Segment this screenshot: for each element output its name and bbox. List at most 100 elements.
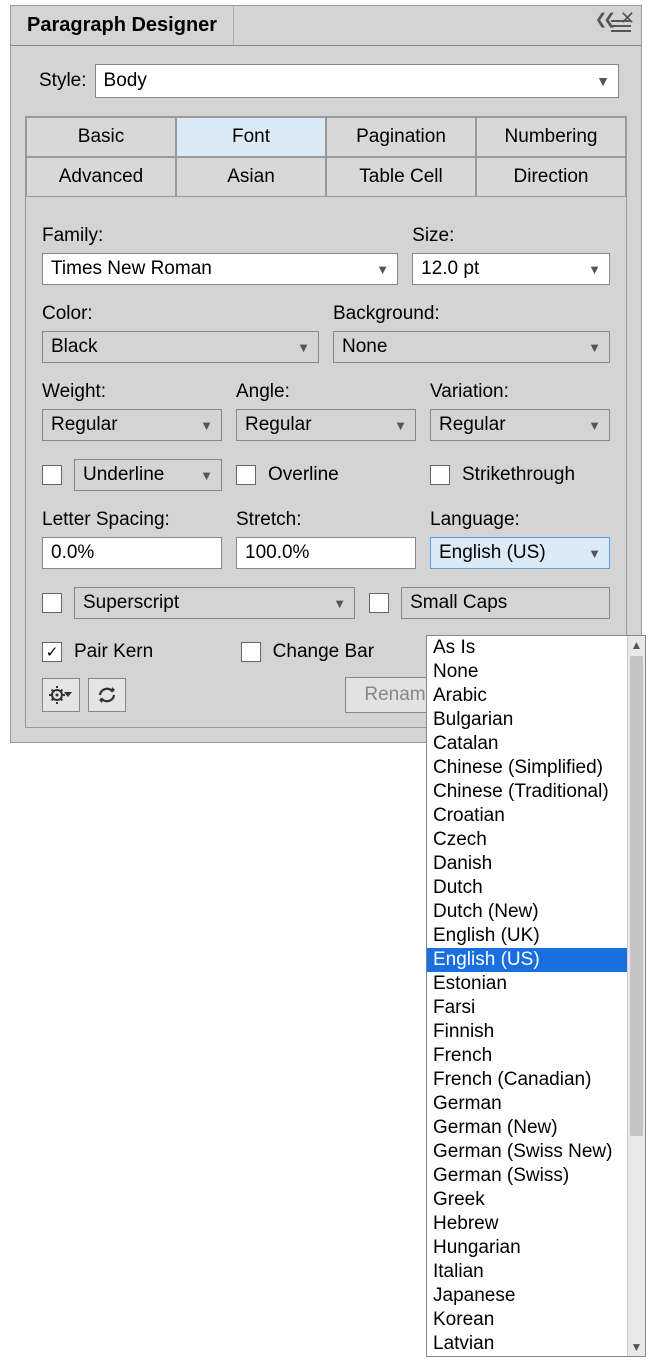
- background-label: Background:: [333, 303, 610, 325]
- family-label: Family:: [42, 225, 398, 247]
- language-option[interactable]: Hungarian: [427, 1236, 645, 1260]
- language-option[interactable]: French: [427, 1044, 645, 1068]
- angle-value: Regular: [245, 414, 312, 436]
- color-value: Black: [51, 336, 97, 358]
- tab-tablecell[interactable]: Table Cell: [326, 157, 476, 197]
- smallcaps-checkbox[interactable]: [369, 593, 389, 613]
- language-option[interactable]: Greek: [427, 1188, 645, 1212]
- language-dropdown-list[interactable]: ▲ ▼ As IsNoneArabicBulgarianCatalanChine…: [426, 635, 646, 1357]
- tab-basic[interactable]: Basic: [26, 117, 176, 157]
- overline-label: Overline: [268, 464, 339, 486]
- style-combo[interactable]: Body ▼: [95, 64, 619, 98]
- settings-menu-button[interactable]: [42, 678, 80, 712]
- stretch-label: Stretch:: [236, 509, 416, 531]
- family-combo[interactable]: Times New Roman ▼: [42, 253, 398, 285]
- letter-spacing-input[interactable]: 0.0%: [42, 537, 222, 569]
- refresh-button[interactable]: [88, 678, 126, 712]
- chevron-down-icon: ▼: [596, 73, 610, 89]
- angle-label: Angle:: [236, 381, 416, 403]
- language-option[interactable]: As Is: [427, 636, 645, 660]
- changebar-checkbox[interactable]: [241, 642, 261, 662]
- tab-advanced[interactable]: Advanced: [26, 157, 176, 197]
- tab-asian[interactable]: Asian: [176, 157, 326, 197]
- paragraph-designer-panel: ❮❮ ✕ Paragraph Designer Style: Body ▼ Ba…: [10, 5, 642, 743]
- tab-numbering[interactable]: Numbering: [476, 117, 626, 157]
- language-option[interactable]: Hebrew: [427, 1212, 645, 1236]
- language-option[interactable]: French (Canadian): [427, 1068, 645, 1092]
- language-option[interactable]: Japanese: [427, 1284, 645, 1308]
- superscript-value: Superscript: [83, 592, 179, 614]
- language-option[interactable]: Korean: [427, 1308, 645, 1332]
- color-combo[interactable]: Black ▼: [42, 331, 319, 363]
- language-option[interactable]: Chinese (Traditional): [427, 780, 645, 804]
- language-option[interactable]: Danish: [427, 852, 645, 876]
- size-value: 12.0 pt: [421, 258, 479, 280]
- collapse-icon[interactable]: ❮❮: [595, 10, 612, 28]
- language-option[interactable]: English (US): [427, 948, 645, 972]
- changebar-label: Change Bar: [273, 641, 374, 663]
- language-value: English (US): [439, 542, 546, 564]
- stretch-input[interactable]: 100.0%: [236, 537, 416, 569]
- chevron-down-icon: ▼: [588, 418, 601, 433]
- close-icon[interactable]: ✕: [620, 8, 635, 29]
- angle-combo[interactable]: Regular ▼: [236, 409, 416, 441]
- language-option[interactable]: Estonian: [427, 972, 645, 996]
- strikethrough-label: Strikethrough: [462, 464, 575, 486]
- language-option[interactable]: German (New): [427, 1116, 645, 1140]
- style-value: Body: [104, 70, 147, 92]
- smallcaps-combo[interactable]: Small Caps: [401, 587, 610, 619]
- language-label: Language:: [430, 509, 610, 531]
- size-combo[interactable]: 12.0 pt ▼: [412, 253, 610, 285]
- pairkern-checkbox[interactable]: ✓: [42, 642, 62, 662]
- language-option[interactable]: Arabic: [427, 684, 645, 708]
- pairkern-label: Pair Kern: [74, 641, 153, 663]
- tab-pagination[interactable]: Pagination: [326, 117, 476, 157]
- weight-combo[interactable]: Regular ▼: [42, 409, 222, 441]
- tab-direction[interactable]: Direction: [476, 157, 626, 197]
- language-option[interactable]: Catalan: [427, 732, 645, 756]
- weight-label: Weight:: [42, 381, 222, 403]
- language-option[interactable]: None: [427, 660, 645, 684]
- chevron-down-icon: ▼: [200, 468, 213, 483]
- letter-spacing-value: 0.0%: [51, 542, 94, 564]
- language-option[interactable]: German (Swiss): [427, 1164, 645, 1188]
- scrollbar-track[interactable]: ▲ ▼: [627, 636, 645, 1356]
- underline-combo[interactable]: Underline ▼: [74, 459, 222, 491]
- panel-title-tab[interactable]: Paragraph Designer: [11, 6, 234, 45]
- underline-checkbox[interactable]: [42, 465, 62, 485]
- background-combo[interactable]: None ▼: [333, 331, 610, 363]
- language-option[interactable]: Finnish: [427, 1020, 645, 1044]
- language-combo[interactable]: English (US) ▼: [430, 537, 610, 569]
- language-option[interactable]: English (UK): [427, 924, 645, 948]
- language-option[interactable]: Czech: [427, 828, 645, 852]
- overline-checkbox[interactable]: [236, 465, 256, 485]
- category-tabs-row2: Advanced Asian Table Cell Direction: [26, 157, 626, 197]
- chevron-down-icon: ▼: [333, 596, 346, 611]
- language-option[interactable]: German: [427, 1092, 645, 1116]
- size-label: Size:: [412, 225, 610, 247]
- language-option[interactable]: Latvian: [427, 1332, 645, 1356]
- language-option[interactable]: Chinese (Simplified): [427, 756, 645, 780]
- language-option[interactable]: German (Swiss New): [427, 1140, 645, 1164]
- language-option[interactable]: Dutch (New): [427, 900, 645, 924]
- refresh-icon: [96, 685, 118, 705]
- color-label: Color:: [42, 303, 319, 325]
- scroll-up-arrow[interactable]: ▲: [628, 636, 645, 654]
- language-option[interactable]: Farsi: [427, 996, 645, 1020]
- strikethrough-checkbox[interactable]: [430, 465, 450, 485]
- superscript-combo[interactable]: Superscript ▼: [74, 587, 355, 619]
- background-value: None: [342, 336, 387, 358]
- panel-tab-header: Paragraph Designer: [11, 6, 641, 46]
- tab-font[interactable]: Font: [176, 117, 326, 157]
- language-option[interactable]: Dutch: [427, 876, 645, 900]
- scroll-down-arrow[interactable]: ▼: [628, 1338, 645, 1356]
- letter-spacing-label: Letter Spacing:: [42, 509, 222, 531]
- scrollbar-thumb[interactable]: [630, 656, 643, 1136]
- language-option[interactable]: Croatian: [427, 804, 645, 828]
- superscript-checkbox[interactable]: [42, 593, 62, 613]
- weight-value: Regular: [51, 414, 118, 436]
- language-option[interactable]: Bulgarian: [427, 708, 645, 732]
- variation-combo[interactable]: Regular ▼: [430, 409, 610, 441]
- language-option[interactable]: Italian: [427, 1260, 645, 1284]
- variation-value: Regular: [439, 414, 506, 436]
